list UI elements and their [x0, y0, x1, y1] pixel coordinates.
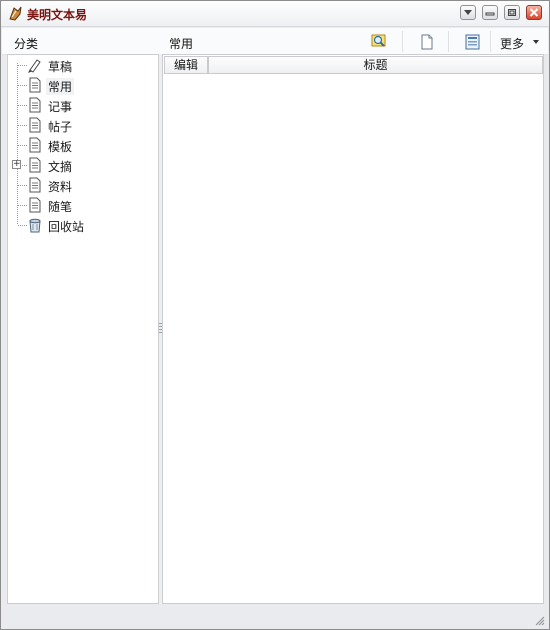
recycle-bin-icon: [27, 217, 43, 233]
tree-item-posts[interactable]: 帖子: [8, 116, 158, 134]
column-header-edit[interactable]: 编辑: [164, 56, 208, 74]
resize-grip-icon[interactable]: [535, 616, 545, 626]
header-bar: 分类 常用 更多: [2, 28, 548, 55]
tree-item-materials[interactable]: 资料: [8, 176, 158, 194]
category-tree[interactable]: 草稿 常用 记事 帖子 模板 + 文摘 资料 随笔 回收站: [7, 54, 159, 604]
window-title: 美明文本易: [27, 8, 88, 22]
status-bar: [2, 605, 548, 629]
new-document-button[interactable]: [416, 32, 438, 52]
tree-item-templates[interactable]: 模板: [8, 136, 158, 154]
draft-pencil-icon: [27, 57, 43, 73]
tree-connector: [18, 65, 27, 66]
minimize-button[interactable]: [482, 5, 498, 20]
new-document-icon: [421, 34, 433, 50]
tree-item-common[interactable]: 常用: [8, 76, 158, 95]
tree-connector: [18, 85, 27, 86]
tree-item-label: 记事: [48, 100, 73, 114]
document-icon: [27, 177, 43, 193]
tree-item-label: 模板: [48, 140, 73, 154]
restore-icon: [508, 9, 516, 16]
close-button[interactable]: [526, 5, 542, 20]
toolbar-divider: [490, 31, 491, 52]
document-icon: [27, 197, 43, 213]
tree-item-label: 文摘: [48, 160, 73, 174]
toolbar-divider: [402, 31, 403, 52]
minimize-icon: [485, 12, 495, 16]
document-icon: [27, 97, 43, 113]
tree-connector: [18, 105, 27, 106]
view-button[interactable]: [462, 32, 484, 52]
tree-item-notes[interactable]: 记事: [8, 96, 158, 114]
tree-item-label: 回收站: [48, 220, 85, 234]
document-icon: [27, 137, 43, 153]
tree-item-label: 草稿: [48, 60, 73, 74]
category-heading: 分类: [14, 37, 39, 51]
document-list[interactable]: 编辑 标题: [162, 54, 544, 604]
window-menu-button[interactable]: [460, 5, 476, 20]
close-icon: [529, 8, 539, 17]
tree-connector: [18, 145, 27, 146]
title-bar[interactable]: 美明文本易: [1, 1, 549, 27]
toolbar-divider: [448, 31, 449, 52]
tree-connector: [18, 205, 27, 206]
column-header-title[interactable]: 标题: [208, 56, 543, 74]
current-category-title: 常用: [169, 37, 194, 51]
search-icon: [371, 34, 386, 47]
document-icon: [27, 77, 43, 93]
tree-item-label: 资料: [48, 180, 73, 194]
tree-connector: [18, 125, 27, 126]
tree-connector: [18, 225, 27, 226]
tree-item-recycle-bin[interactable]: 回收站: [8, 216, 158, 234]
app-logo-icon: [7, 5, 24, 22]
tree-item-label: 常用: [46, 78, 75, 95]
expand-toggle[interactable]: +: [12, 160, 21, 169]
document-icon: [27, 157, 43, 173]
restore-button[interactable]: [504, 5, 520, 20]
search-button[interactable]: [369, 32, 391, 52]
tree-item-label: 帖子: [48, 120, 73, 134]
document-icon: [27, 117, 43, 133]
tree-item-digest[interactable]: + 文摘: [8, 156, 158, 174]
tree-item-label: 随笔: [48, 200, 73, 214]
tree-item-essays[interactable]: 随笔: [8, 196, 158, 214]
more-menu-button[interactable]: 更多: [500, 35, 524, 52]
chevron-down-icon: [464, 10, 472, 15]
tree-connector: [18, 185, 27, 186]
view-icon: [465, 34, 480, 50]
tree-item-drafts[interactable]: 草稿: [8, 56, 158, 74]
chevron-down-icon: [533, 40, 539, 44]
app-window: 美明文本易 分类 常用 更多 草稿 常用 记事 帖子 模板 + 文摘 资料 随笔…: [0, 0, 550, 630]
